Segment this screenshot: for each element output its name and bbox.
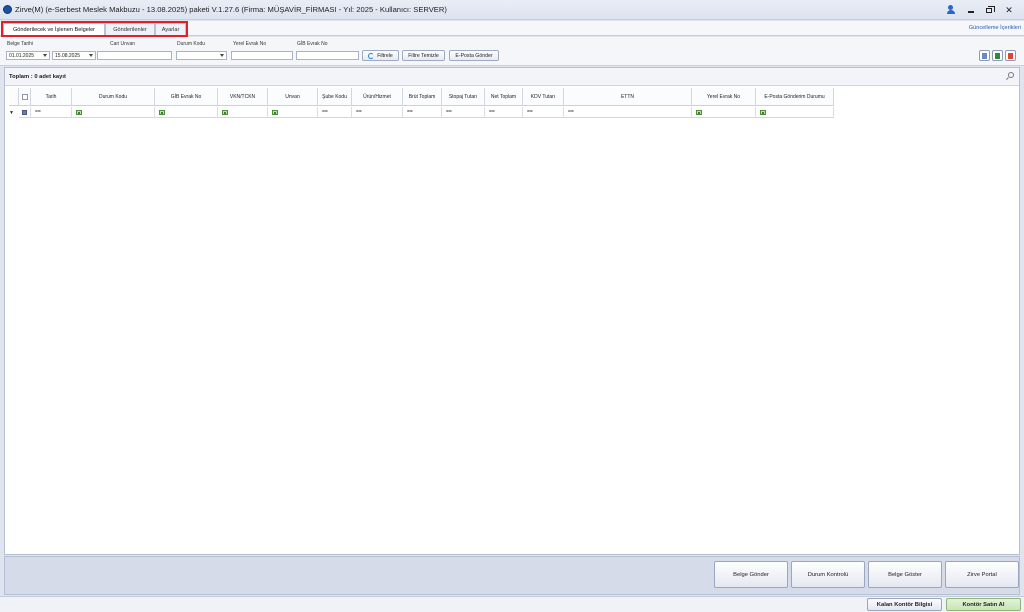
column-header-vkn[interactable]: VKN/TCKN — [218, 88, 268, 106]
export-report-icon[interactable] — [1005, 50, 1016, 61]
column-header-indicator — [9, 88, 19, 106]
cari-unvan-label: Cari Unvan — [110, 41, 136, 47]
date-to-value: 15.08.2025 — [55, 52, 81, 59]
column-header-durum-kodu[interactable]: Durum Kodu — [72, 88, 155, 106]
belge-gonder-button[interactable]: Belge Gönder — [714, 561, 788, 588]
refresh-icon — [368, 52, 375, 59]
total-count-label: Toplam : 0 adet kayıt — [9, 74, 66, 80]
data-grid: Toplam : 0 adet kayıt Tarih Durum Kodu G… — [4, 67, 1020, 555]
action-panel: Belge Gönder Durum Kontrolü Belge Göster… — [4, 556, 1020, 595]
filter-cell-sube-kodu[interactable]: == — [318, 107, 352, 118]
column-header-eposta-durum[interactable]: E-Posta Gönderim Durumu — [756, 88, 834, 106]
title-bar: Zirve(M) (e-Serbest Meslek Makbuzu - 13.… — [0, 0, 1024, 20]
filter-cell-yerel-evrak[interactable] — [692, 107, 756, 118]
user-icon[interactable] — [946, 0, 956, 20]
grid-summary-bar: Toplam : 0 adet kayıt — [5, 68, 1019, 86]
date-to-field[interactable]: 15.08.2025 — [52, 51, 96, 60]
column-header-net-toplam[interactable]: Net Toplam — [485, 88, 523, 106]
window-title: Zirve(M) (e-Serbest Meslek Makbuzu - 13.… — [15, 5, 447, 14]
minimize-button[interactable] — [966, 0, 976, 20]
yerel-evrak-input[interactable] — [231, 51, 293, 60]
column-header-gib-evrak[interactable]: GİB Evrak No — [155, 88, 218, 106]
update-contents-link[interactable]: Güncelleme İçerikleri — [969, 25, 1021, 31]
chevron-down-icon — [220, 54, 224, 57]
filter-icon — [760, 109, 766, 115]
filter-cell-tarih[interactable]: == — [31, 107, 72, 118]
filter-cell-net-toplam[interactable]: == — [485, 107, 523, 118]
column-header-ettn[interactable]: ETTN — [564, 88, 692, 106]
app-logo-icon — [3, 5, 12, 14]
restore-icon — [986, 5, 995, 13]
filter-icon — [159, 109, 165, 115]
belge-goster-button[interactable]: Belge Göster — [868, 561, 942, 588]
filter-panel: Belge Tarihi 01.01.2025 15.08.2025 Cari … — [0, 37, 1024, 66]
filter-cell-unvan[interactable] — [268, 107, 318, 118]
filter-cell-brut-toplam[interactable]: == — [403, 107, 442, 118]
date-from-field[interactable]: 01.01.2025 — [6, 51, 50, 60]
status-bar: Kalan Kontör Bilgisi Kontör Satın Al — [0, 596, 1024, 612]
column-header-yerel-evrak[interactable]: Yerel Evrak No — [692, 88, 756, 106]
kalan-kontor-button[interactable]: Kalan Kontör Bilgisi — [867, 598, 942, 611]
durum-kontrolu-button[interactable]: Durum Kontrolü — [791, 561, 865, 588]
filter-icon — [696, 109, 702, 115]
filtre-temizle-button[interactable]: Filtre Temizle — [402, 50, 445, 61]
filter-cell-ettn[interactable]: == — [564, 107, 692, 118]
filter-cell-select[interactable] — [19, 107, 31, 118]
date-from-value: 01.01.2025 — [9, 52, 35, 59]
filter-icon — [76, 109, 82, 115]
column-header-sube-kodu[interactable]: Şube Kodu — [318, 88, 352, 106]
search-icon[interactable] — [1006, 72, 1014, 81]
filter-icon — [222, 109, 228, 115]
zirve-portal-button[interactable]: Zirve Portal — [945, 561, 1019, 588]
column-header-select[interactable] — [19, 88, 31, 106]
yerel-evrak-label: Yerel Evrak No — [233, 41, 267, 47]
filter-cell-vkn[interactable] — [218, 107, 268, 118]
durum-kodu-select[interactable] — [176, 51, 227, 60]
column-header-unvan[interactable]: Unvan — [268, 88, 318, 106]
row-indicator-icon: ▼ — [9, 110, 14, 116]
gib-evrak-input[interactable] — [296, 51, 359, 60]
belge-tarihi-label: Belge Tarihi — [7, 41, 34, 47]
column-header-brut-toplam[interactable]: Brüt Toplam — [403, 88, 442, 106]
filter-icon — [272, 109, 278, 115]
row-select-icon[interactable] — [22, 109, 27, 115]
durum-kodu-label: Durum Kodu — [177, 41, 206, 47]
close-button[interactable]: ✕ — [1003, 0, 1015, 20]
column-header-urun-hizmet[interactable]: Ürün/Hizmet — [352, 88, 403, 106]
chevron-down-icon — [43, 54, 47, 57]
chevron-down-icon — [89, 54, 93, 57]
filter-cell-stopaj[interactable]: == — [442, 107, 485, 118]
eposta-gonder-button[interactable]: E-Posta Gönder — [449, 50, 499, 61]
filter-cell-gib-evrak[interactable] — [155, 107, 218, 118]
filter-cell-durum-kodu[interactable] — [72, 107, 155, 118]
minimize-icon — [968, 11, 974, 13]
filter-cell-kdv[interactable]: == — [523, 107, 564, 118]
cari-unvan-input[interactable] — [97, 51, 172, 60]
column-header-stopaj[interactable]: Stopaj Tutarı — [442, 88, 485, 106]
restore-button[interactable] — [983, 0, 995, 20]
filter-cell-urun-hizmet[interactable]: == — [352, 107, 403, 118]
tab-highlight-box — [1, 21, 188, 37]
export-pdf-icon[interactable] — [979, 50, 990, 61]
kontor-satin-al-button[interactable]: Kontör Satın Al — [946, 598, 1021, 611]
export-excel-icon[interactable] — [992, 50, 1003, 61]
select-all-checkbox[interactable] — [21, 93, 28, 100]
filtrele-button[interactable]: Filtrele — [362, 50, 399, 61]
filtrele-label: Filtrele — [377, 52, 393, 59]
gib-evrak-label: GİB Evrak No — [297, 41, 328, 47]
filter-cell-eposta-durum[interactable] — [756, 107, 834, 118]
column-header-tarih[interactable]: Tarih — [31, 88, 72, 106]
column-header-kdv[interactable]: KDV Tutarı — [523, 88, 564, 106]
